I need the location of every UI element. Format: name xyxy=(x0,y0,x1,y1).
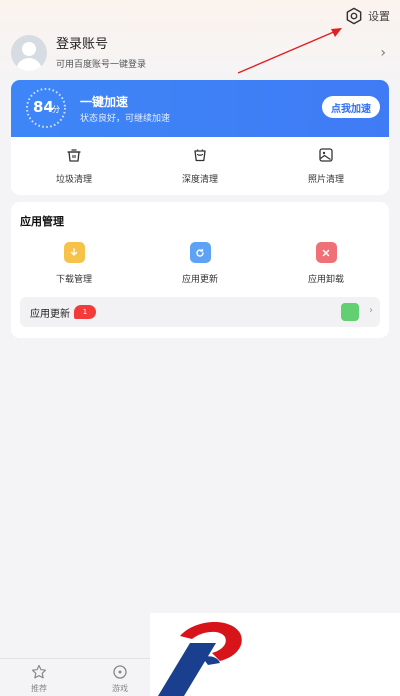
clean-item-label: 深度清理 xyxy=(181,175,218,185)
app-thumbnail-icon xyxy=(341,303,359,321)
clean-row: 垃圾清理 深度清理 照片清理 xyxy=(11,137,389,195)
login-account-row[interactable]: 登录账号 可用百度账号一键登录 › xyxy=(11,33,391,73)
login-title: 登录账号 xyxy=(56,37,109,52)
app-update-label: 应用更新 xyxy=(30,308,70,320)
app-item-label: 下载管理 xyxy=(55,275,92,285)
uninstall-icon xyxy=(315,242,337,263)
clean-item-junk[interactable]: 垃圾清理 xyxy=(11,137,137,195)
score-ring: 84 分 xyxy=(24,86,68,130)
speed-title: 一键加速 xyxy=(80,95,129,109)
score-value: 84 xyxy=(33,98,54,116)
app-management-title: 应用管理 xyxy=(20,215,64,228)
watermark-logo xyxy=(150,613,400,696)
speed-card: 84 分 一键加速 状态良好，可继续加速 点我加速 垃圾清理 深度清理 照片清理 xyxy=(11,80,389,195)
nav-label: 游戏 xyxy=(112,684,128,693)
app-item-label: 应用更新 xyxy=(181,275,218,285)
deep-clean-icon xyxy=(194,149,206,162)
star-icon xyxy=(31,664,47,679)
nav-label: 推荐 xyxy=(31,684,47,693)
settings-button[interactable]: 设置 xyxy=(345,7,390,25)
clean-item-photo[interactable]: 照片清理 xyxy=(263,137,389,195)
chevron-right-icon: › xyxy=(369,305,373,316)
photo-icon xyxy=(319,148,333,162)
update-count-badge: 1 xyxy=(74,305,96,319)
app-tools-row: 下载管理 应用更新 应用卸载 xyxy=(11,242,389,285)
nav-item-games[interactable]: 游戏 xyxy=(100,664,140,694)
download-icon xyxy=(63,242,85,263)
trash-can-icon xyxy=(67,149,81,162)
logo-icon xyxy=(158,622,242,696)
avatar-icon xyxy=(11,35,47,71)
settings-label: 设置 xyxy=(368,10,390,23)
speed-up-button[interactable]: 点我加速 xyxy=(322,96,380,118)
nav-item-recommend[interactable]: 推荐 xyxy=(19,664,59,694)
app-update-row[interactable]: 应用更新 1 › xyxy=(20,297,380,327)
score-unit: 分 xyxy=(52,105,60,114)
app-item-update[interactable]: 应用更新 xyxy=(137,242,263,285)
login-subtitle: 可用百度账号一键登录 xyxy=(56,60,147,70)
chevron-right-icon: › xyxy=(380,45,386,61)
app-management-card: 应用管理 下载管理 应用更新 应用卸载 应用更新 1 › xyxy=(11,202,389,338)
clean-item-deep[interactable]: 深度清理 xyxy=(137,137,263,195)
gear-icon xyxy=(346,7,362,25)
update-icon xyxy=(189,242,211,263)
clean-item-label: 照片清理 xyxy=(307,175,344,185)
game-icon xyxy=(113,665,127,679)
speed-subtitle: 状态良好，可继续加速 xyxy=(80,114,171,124)
speed-banner: 84 分 一键加速 状态良好，可继续加速 点我加速 xyxy=(11,80,389,137)
app-item-uninstall[interactable]: 应用卸载 xyxy=(263,242,389,285)
clean-item-label: 垃圾清理 xyxy=(55,175,92,185)
app-item-download[interactable]: 下载管理 xyxy=(11,242,137,285)
app-item-label: 应用卸载 xyxy=(307,275,344,285)
